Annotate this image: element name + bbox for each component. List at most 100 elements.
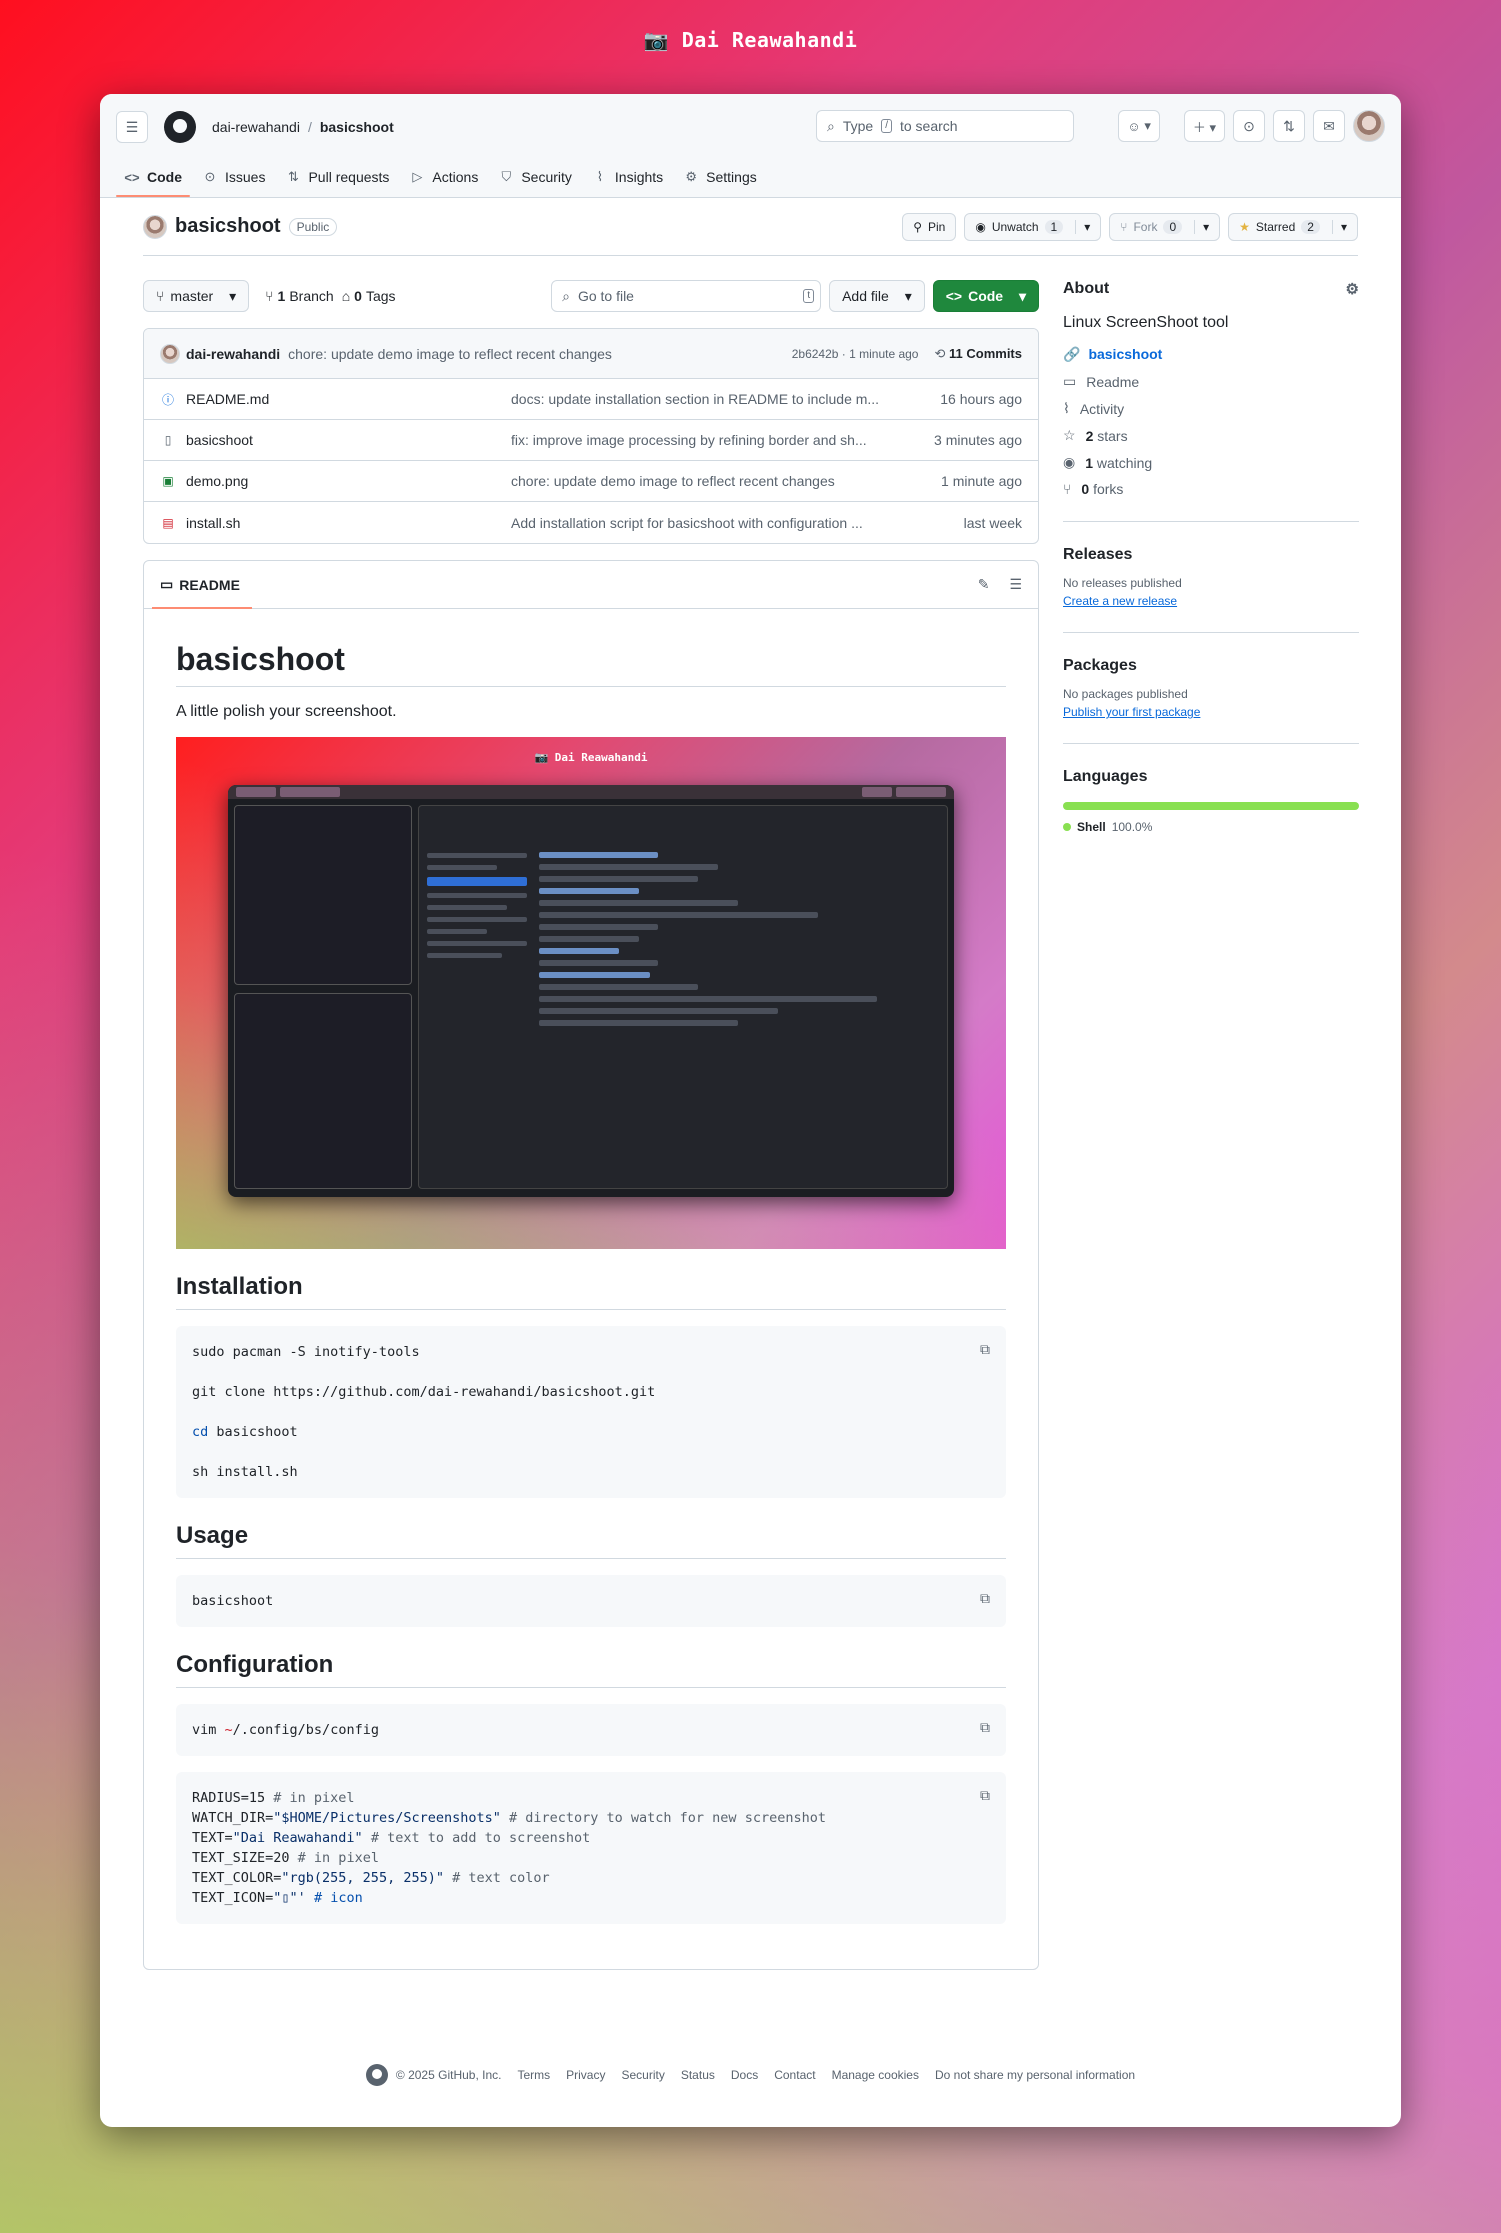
file-name[interactable]: demo.png	[186, 473, 511, 489]
repo-tabs: <> Code ⊙ Issues ⇅ Pull requests ▷ Actions ⛉…	[116, 157, 765, 197]
config-command-block: ⧉ vim ~/.config/bs/config	[176, 1704, 1006, 1756]
eye-icon: ◉	[975, 219, 986, 234]
gear-icon: ⚙	[685, 169, 697, 184]
copy-icon[interactable]: ⧉	[980, 1340, 990, 1360]
search-input[interactable]: ⌕ Type / to search	[816, 110, 1074, 142]
outline-list-icon[interactable]: ☰	[1009, 576, 1022, 593]
commit-message[interactable]: chore: update demo image to reflect rece…	[288, 346, 612, 362]
footer-link-terms[interactable]: Terms	[517, 2068, 550, 2082]
file-row[interactable]: ⓘ README.md docs: update installation se…	[144, 379, 1038, 420]
readme-link[interactable]: ▭ Readme	[1063, 373, 1359, 390]
owner-link[interactable]: dai-rewahandi	[212, 119, 300, 135]
graph-icon: ⌇	[596, 169, 604, 184]
chevron-down-icon: ▾	[1144, 118, 1151, 133]
code-button[interactable]: <> Code ▾	[932, 280, 1039, 312]
fork-button[interactable]: ⑂ Fork 0 ▾	[1109, 212, 1221, 241]
file-name[interactable]: basicshoot	[186, 432, 511, 448]
tab-pull-requests[interactable]: ⇅ Pull requests	[277, 157, 397, 197]
file-name[interactable]: README.md	[186, 391, 511, 407]
readme-title: basicshoot	[176, 641, 1006, 687]
copy-icon[interactable]: ⧉	[980, 1718, 990, 1738]
tab-actions[interactable]: ▷ Actions	[401, 157, 486, 197]
github-logo-icon[interactable]	[365, 2064, 388, 2086]
tags-link[interactable]: ⌂ 0 Tags	[342, 288, 396, 304]
unwatch-button[interactable]: ◉ Unwatch 1 ▾	[964, 212, 1102, 241]
code-icon: <>	[124, 169, 140, 185]
pencil-icon[interactable]: ✎	[978, 576, 990, 593]
footer-link-cookies[interactable]: Manage cookies	[832, 2068, 919, 2082]
copy-icon[interactable]: ⧉	[980, 1786, 990, 1806]
file-list: dai-rewahandi chore: update demo image t…	[143, 328, 1039, 544]
avatar[interactable]	[1353, 110, 1385, 142]
releases-heading[interactable]: Releases	[1063, 546, 1359, 564]
file-row[interactable]: ▯ basicshoot fix: improve image processi…	[144, 420, 1038, 461]
footer-link-privacy[interactable]: Privacy	[566, 2068, 605, 2082]
play-icon: ▷	[412, 169, 423, 184]
latest-commit: dai-rewahandi chore: update demo image t…	[144, 329, 1038, 379]
language-item[interactable]: Shell 100.0%	[1063, 820, 1359, 834]
stars-link[interactable]: ☆ 2 stars	[1063, 427, 1359, 444]
issues-icon[interactable]: ⊙	[1233, 110, 1265, 142]
starred-button[interactable]: ★ Starred 2 ▾	[1228, 212, 1358, 241]
demo-image-caption: 📷 Dai Reawahandi	[534, 751, 648, 764]
readme-tab[interactable]: README	[179, 577, 240, 593]
file-commit-message[interactable]: Add installation script for basicshoot w…	[511, 515, 891, 531]
tab-settings[interactable]: ⚙ Settings	[675, 157, 765, 197]
issue-icon: ⊙	[204, 169, 216, 184]
branch-selector[interactable]: ⑂ master ▾	[143, 280, 250, 312]
no-packages-text: No packages published	[1063, 687, 1188, 701]
about-heading: About	[1063, 280, 1110, 297]
menu-icon[interactable]: ☰	[116, 111, 148, 143]
branches-link[interactable]: ⑂ 1 Branch	[265, 288, 334, 304]
publish-package-link[interactable]: Publish your first package	[1063, 705, 1359, 719]
file-commit-message[interactable]: fix: improve image processing by refinin…	[511, 432, 891, 448]
repo-link[interactable]: basicshoot	[320, 119, 394, 135]
create-release-link[interactable]: Create a new release	[1063, 594, 1359, 608]
github-header: ☰ dai-rewahandi / basicshoot ⌕ Type / to sea…	[100, 94, 1401, 198]
file-commit-message[interactable]: chore: update demo image to reflect rece…	[511, 473, 891, 489]
file-name[interactable]: install.sh	[186, 515, 511, 531]
packages-heading[interactable]: Packages	[1063, 657, 1359, 675]
footer-link-status[interactable]: Status	[681, 2068, 715, 2082]
readme-body: basicshoot A little polish your screensh…	[144, 609, 1038, 1969]
homepage-link[interactable]: 🔗 basicshoot	[1063, 346, 1359, 363]
book-icon: ▭	[160, 576, 174, 592]
file-commit-message[interactable]: docs: update installation section in REA…	[511, 391, 891, 407]
tab-security[interactable]: ⛉ Security	[490, 157, 580, 197]
gear-icon[interactable]: ⚙	[1346, 280, 1359, 298]
file-row[interactable]: ▣ demo.png chore: update demo image to r…	[144, 461, 1038, 502]
copilot-icon: ☺	[1127, 118, 1141, 134]
pull-requests-icon[interactable]: ⇅	[1273, 110, 1305, 142]
footer-link-do-not-share[interactable]: Do not share my personal information	[935, 2068, 1135, 2082]
repo-name[interactable]: basicshoot	[175, 215, 281, 238]
footer-link-contact[interactable]: Contact	[774, 2068, 815, 2082]
copilot-button[interactable]: ☺ ▾	[1118, 110, 1160, 142]
owner-avatar	[143, 214, 167, 239]
commit-hash[interactable]: 2b6242b · 1 minute ago	[792, 347, 919, 361]
add-file-button[interactable]: Add file ▾	[829, 280, 925, 312]
pin-button[interactable]: ⚲ Pin	[902, 212, 957, 241]
file-row[interactable]: ▤ install.sh Add installation script for…	[144, 502, 1038, 543]
tab-insights[interactable]: ⌇ Insights	[584, 157, 671, 197]
chevron-down-icon: ▾	[1194, 219, 1209, 234]
footer: © 2025 GitHub, Inc. Terms Privacy Securi…	[100, 2064, 1401, 2086]
commits-link[interactable]: ⟲ 11 Commits	[934, 346, 1022, 362]
tab-issues[interactable]: ⊙ Issues	[194, 157, 273, 197]
create-new-button[interactable]: ＋ ▾	[1183, 110, 1225, 142]
footer-link-docs[interactable]: Docs	[731, 2068, 758, 2082]
tab-code[interactable]: <> Code	[116, 157, 190, 197]
usage-heading: Usage	[176, 1522, 1006, 1559]
footer-link-security[interactable]: Security	[621, 2068, 664, 2082]
forks-link[interactable]: ⑂ 0 forks	[1063, 481, 1359, 497]
demo-image[interactable]: 📷 Dai Reawahandi	[176, 737, 1006, 1249]
github-logo-icon[interactable]	[164, 111, 196, 143]
watching-link[interactable]: ◉ 1 watching	[1063, 454, 1359, 471]
go-to-file-input[interactable]: ⌕ Go to file t	[551, 280, 822, 312]
activity-link[interactable]: ⌇ Activity	[1063, 400, 1359, 417]
copy-icon[interactable]: ⧉	[980, 1589, 990, 1609]
inbox-icon[interactable]: ✉	[1313, 110, 1345, 142]
language-dot	[1063, 823, 1071, 831]
star-filled-icon: ★	[1239, 219, 1250, 234]
book-icon: ▭	[1063, 373, 1077, 389]
commit-author[interactable]: dai-rewahandi	[186, 346, 280, 362]
